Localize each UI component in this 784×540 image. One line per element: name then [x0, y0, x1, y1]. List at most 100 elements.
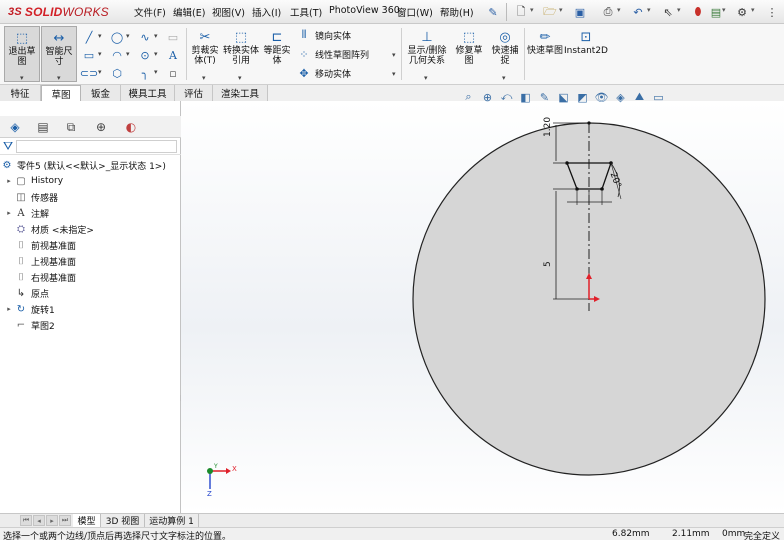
section-view-icon[interactable]: ◧	[516, 89, 535, 105]
tree-item-right-plane[interactable]: ⌷ 右视基准面	[4, 269, 76, 285]
line-icon[interactable]: ╱	[82, 30, 96, 44]
edit-appearance-icon[interactable]: ◈	[611, 89, 630, 105]
rebuild-dropdown-icon[interactable]: ▾	[722, 6, 726, 14]
pin-icon[interactable]: ✎	[485, 4, 501, 20]
tree-item-annotations[interactable]: ▸ A 注解	[4, 205, 49, 221]
tree-item-material[interactable]: ⛭ 材质 <未指定>	[4, 221, 94, 237]
undo-icon[interactable]: ↶	[630, 4, 646, 20]
tree-item-top-plane[interactable]: ⌷ 上视基准面	[4, 253, 76, 269]
polygon-icon[interactable]: ⬡	[110, 66, 124, 80]
rectangle-dropdown-icon[interactable]: ▾	[98, 50, 102, 58]
undo-dropdown-icon[interactable]: ▾	[647, 6, 651, 14]
tree-item-sketch2[interactable]: ⌐ 草图2	[4, 317, 55, 333]
arc-icon[interactable]: ◠	[110, 48, 124, 62]
traffic-light-icon[interactable]: ⬮	[690, 4, 706, 20]
expand-icon[interactable]: ▸	[4, 305, 14, 313]
relations-dropdown-icon[interactable]: ▾	[424, 74, 428, 82]
ellipse-icon[interactable]: ⊙	[138, 48, 152, 62]
rapid-sketch-button[interactable]: ✏ 快速草图	[527, 26, 563, 82]
sketch-point[interactable]	[600, 187, 604, 191]
tab-evaluate[interactable]: 评估	[175, 85, 213, 101]
open-icon[interactable]: 🗁	[542, 4, 558, 20]
menu-tools[interactable]: 工具(T)	[290, 5, 322, 19]
move-entities-button[interactable]: ✥ 移动实体	[296, 65, 351, 81]
exit-sketch-dropdown-icon[interactable]: ▾	[20, 74, 24, 82]
select-dropdown-icon[interactable]: ▾	[677, 6, 681, 14]
first-tab-icon[interactable]: ⏮	[20, 515, 32, 526]
offset-entities-button[interactable]: ⊏ 等距实体	[260, 26, 294, 82]
property-manager-tab-icon[interactable]: ▤	[32, 119, 54, 135]
tab-render-tools[interactable]: 渲染工具	[213, 85, 268, 101]
rectangle-icon[interactable]: ▭	[82, 48, 96, 62]
options-icon[interactable]: ⚙	[734, 4, 750, 20]
tree-item-sensors[interactable]: ◫ 传感器	[4, 189, 58, 205]
ellipse-dropdown-icon[interactable]: ▾	[154, 50, 158, 58]
sketch-point[interactable]	[587, 121, 591, 125]
line-dropdown-icon[interactable]: ▾	[98, 32, 102, 40]
tab-features[interactable]: 特征	[0, 85, 41, 101]
view-settings-icon[interactable]: ▭	[649, 89, 668, 105]
display-manager-tab-icon[interactable]: ◐	[120, 119, 142, 135]
zoom-to-fit-icon[interactable]: ⌕	[459, 89, 478, 105]
menu-photoview[interactable]: PhotoView 360	[329, 5, 400, 16]
dim-text-top[interactable]: 1.20	[543, 111, 553, 137]
expand-icon[interactable]: ▸	[4, 209, 14, 217]
tree-item-front-plane[interactable]: ⌷ 前视基准面	[4, 237, 76, 253]
filter-icon[interactable]: ⛛	[3, 139, 13, 154]
dynamic-annotation-icon[interactable]: ✎	[535, 89, 554, 105]
spline-icon[interactable]: ∿	[138, 30, 152, 44]
move-dropdown-icon[interactable]: ▾	[392, 70, 396, 78]
feature-manager-tab-icon[interactable]: ◈	[4, 119, 26, 135]
tree-item-revolve1[interactable]: ▸ ↻ 旋转1	[4, 301, 55, 317]
display-style-icon[interactable]: ◩	[573, 89, 592, 105]
print-dropdown-icon[interactable]: ▾	[617, 6, 621, 14]
tree-item-history[interactable]: ▸ ▢ History	[4, 173, 63, 189]
fillet-dropdown-icon[interactable]: ▾	[154, 68, 158, 76]
next-tab-icon[interactable]: ▸	[46, 515, 58, 526]
expand-icon[interactable]: ▸	[4, 177, 14, 185]
prev-tab-icon[interactable]: ◂	[33, 515, 45, 526]
linear-pattern-button[interactable]: ⁘ 线性草图阵列	[296, 46, 369, 62]
slot-dropdown-icon[interactable]: ▾	[98, 68, 102, 76]
graphics-area[interactable]: 1.20 20° 5 X Z Y	[181, 101, 784, 513]
point-icon[interactable]: ▫	[166, 66, 180, 80]
select-icon[interactable]: ⇖	[660, 4, 676, 20]
tab-3d-view[interactable]: 3D 视图	[101, 514, 145, 527]
tab-sketch[interactable]: 草图	[41, 85, 81, 101]
sketch-point[interactable]	[575, 187, 579, 191]
circle-dropdown-icon[interactable]: ▾	[126, 32, 130, 40]
zoom-to-area-icon[interactable]: ⊕	[478, 89, 497, 105]
text-icon[interactable]: A	[166, 48, 180, 62]
slot-icon[interactable]: ⊂⊃	[80, 66, 98, 80]
print-icon[interactable]: ⎙	[600, 4, 616, 20]
menu-help[interactable]: 帮助(H)	[440, 5, 474, 19]
convert-dropdown-icon[interactable]: ▾	[238, 74, 242, 82]
new-document-icon[interactable]: 🗋	[513, 4, 529, 20]
arc-dropdown-icon[interactable]: ▾	[126, 50, 130, 58]
tab-motion-study[interactable]: 运动算例 1	[145, 514, 199, 527]
toolbar-overflow-icon[interactable]: ⋮	[764, 4, 780, 20]
instant2d-button[interactable]: ⊡ Instant2D	[564, 26, 608, 82]
trim-dropdown-icon[interactable]: ▾	[202, 74, 206, 82]
open-dropdown-icon[interactable]: ▾	[559, 6, 563, 14]
menu-edit[interactable]: 编辑(E)	[173, 5, 205, 19]
menu-view[interactable]: 视图(V)	[212, 5, 245, 19]
smart-dimension-dropdown-icon[interactable]: ▾	[57, 74, 61, 82]
tab-model[interactable]: 模型	[73, 514, 101, 527]
surface-icon[interactable]: ▭	[166, 30, 180, 44]
pattern-dropdown-icon[interactable]: ▾	[392, 51, 396, 59]
tab-mold-tools[interactable]: 模具工具	[121, 85, 175, 101]
dimxpert-tab-icon[interactable]: ⊕	[90, 119, 112, 135]
tree-root[interactable]: ⚙ 零件5 (默认<<默认>_显示状态 1>)	[0, 157, 166, 173]
options-dropdown-icon[interactable]: ▾	[751, 6, 755, 14]
circle-icon[interactable]: ◯	[110, 30, 124, 44]
apply-scene-icon[interactable]: ⛰	[630, 89, 649, 105]
configuration-manager-tab-icon[interactable]: ⧉	[60, 119, 82, 135]
view-orientation-icon[interactable]: ⬕	[554, 89, 573, 105]
tab-sheet-metal[interactable]: 钣金	[81, 85, 121, 101]
last-tab-icon[interactable]: ⏭	[59, 515, 71, 526]
menu-insert[interactable]: 插入(I)	[252, 5, 281, 19]
mirror-entities-button[interactable]: ⫴ 镜向实体	[296, 27, 351, 43]
sketch-point[interactable]	[565, 161, 569, 165]
quick-snaps-dropdown-icon[interactable]: ▾	[502, 74, 506, 82]
